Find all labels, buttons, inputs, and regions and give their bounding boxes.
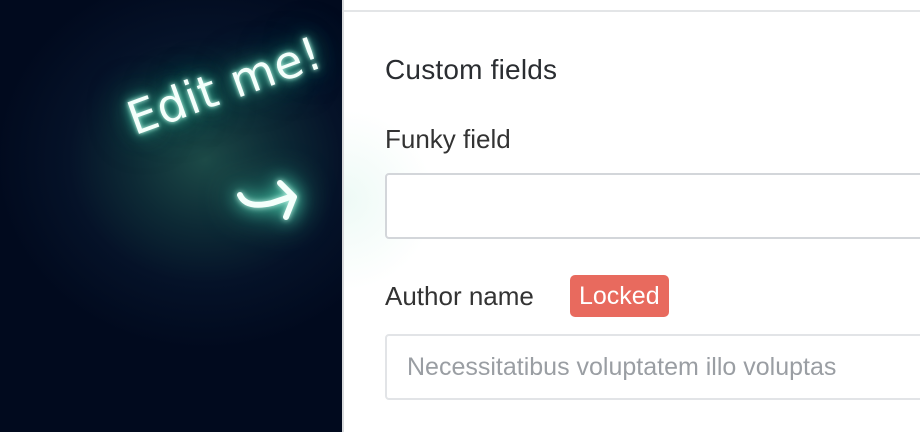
author-name-input[interactable]: [385, 334, 920, 400]
author-name-label: Author name: [385, 281, 534, 311]
curved-arrow-icon: [237, 180, 297, 220]
funky-field-input[interactable]: [385, 173, 920, 239]
overlay-panel: Edit me!: [0, 0, 342, 432]
section-title: Custom fields: [385, 54, 558, 85]
top-divider: [344, 10, 920, 12]
locked-badge: Locked: [570, 275, 669, 317]
funky-field-label: Funky field: [385, 124, 511, 154]
edit-me-annotation: Edit me!: [120, 25, 330, 146]
custom-fields-panel: Custom fields Funky field Author name Lo…: [344, 0, 920, 432]
